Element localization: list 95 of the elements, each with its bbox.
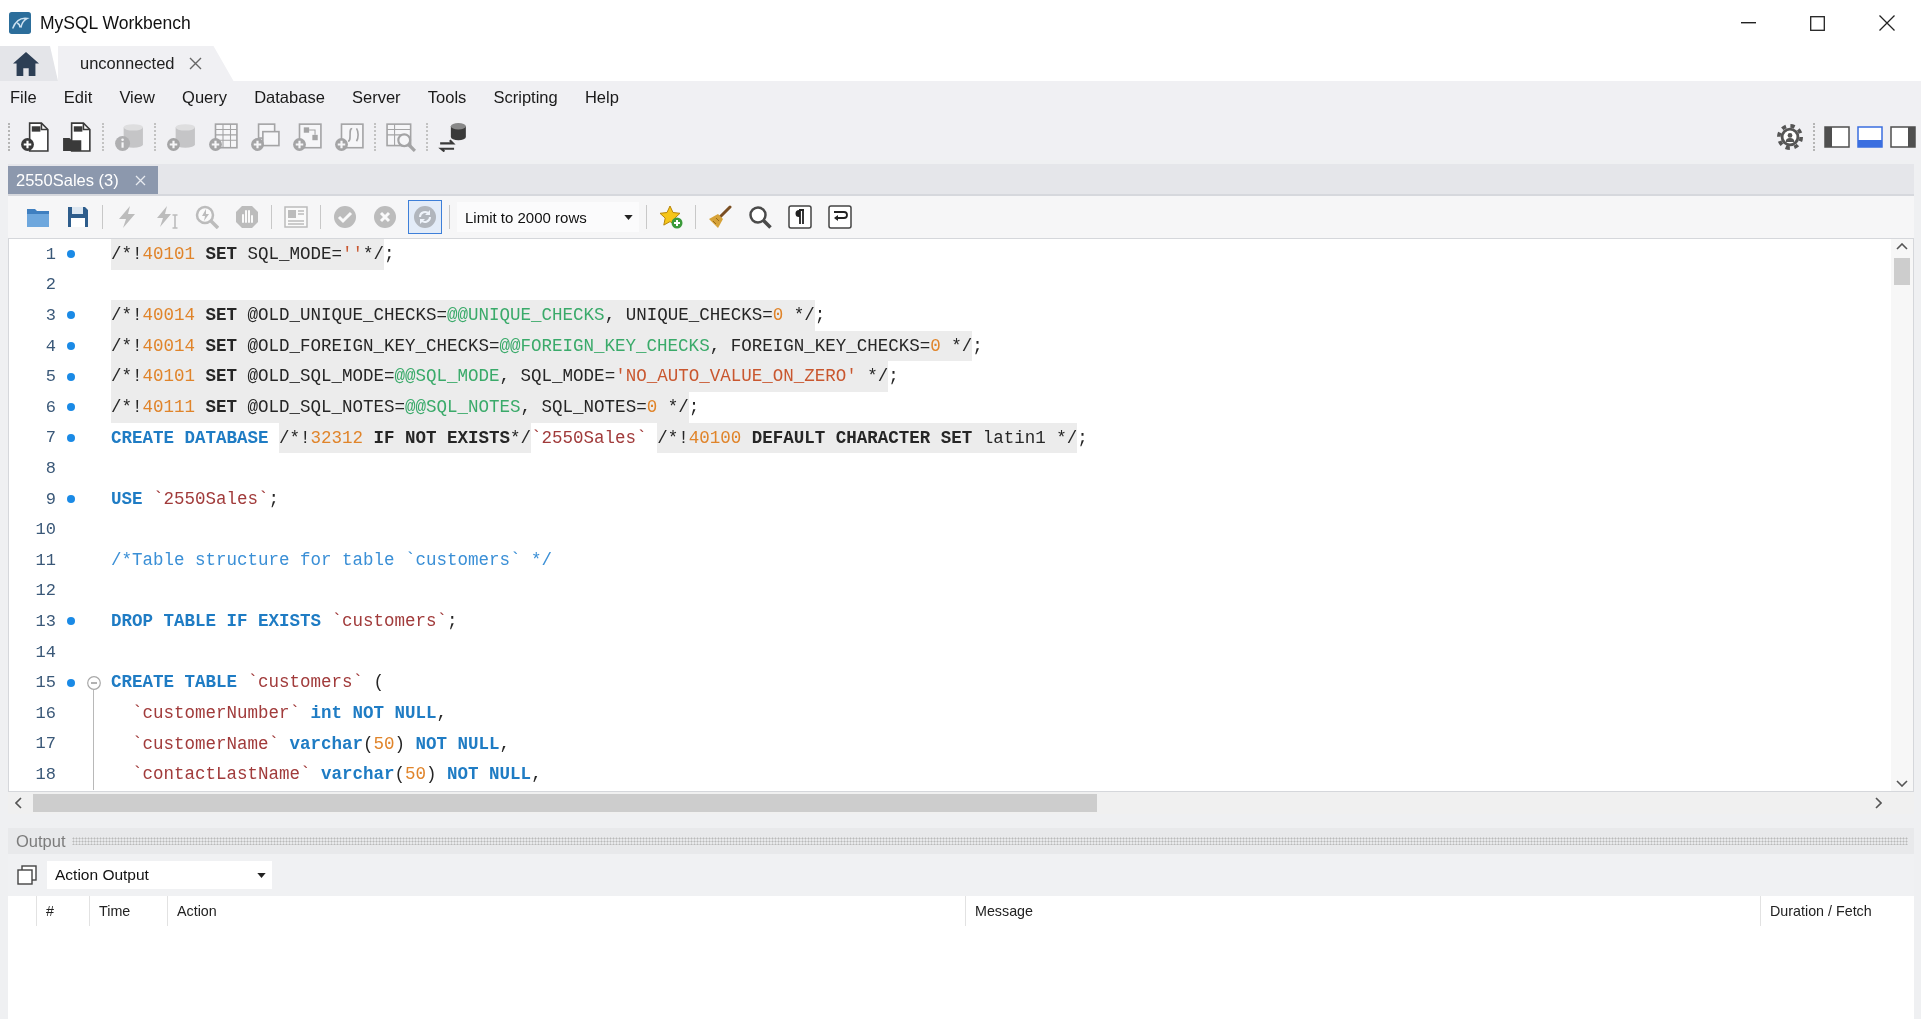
line-number: 11 bbox=[34, 550, 56, 570]
code-line: DROP TABLE IF EXISTS `customers`; bbox=[111, 610, 458, 634]
column-header: Time bbox=[99, 903, 131, 919]
menu-item[interactable]: Scripting bbox=[479, 83, 572, 111]
code-line: USE `2550Sales`; bbox=[111, 487, 280, 511]
diagram-plus-icon bbox=[292, 121, 322, 152]
line-number: 1 bbox=[44, 244, 56, 264]
connection-tab[interactable]: unconnected bbox=[58, 46, 234, 81]
database-arrows-icon bbox=[438, 121, 468, 152]
menu-item[interactable]: Help bbox=[571, 83, 633, 111]
line-number: 16 bbox=[34, 703, 56, 723]
document-plus-icon bbox=[20, 121, 50, 152]
chevron-right-icon[interactable] bbox=[1874, 797, 1882, 809]
scrollbar-thumb[interactable] bbox=[33, 794, 1098, 812]
table-search-icon bbox=[386, 121, 416, 152]
chevron-down-icon[interactable] bbox=[1896, 780, 1908, 787]
code-line: `contactLastName` varchar(50) NOT NULL, bbox=[131, 763, 542, 787]
caret-down-icon bbox=[257, 872, 266, 878]
code-line: `customerName` varchar(50) NOT NULL, bbox=[131, 732, 511, 756]
line-number: 17 bbox=[34, 734, 56, 754]
menu-item[interactable]: View bbox=[105, 83, 169, 111]
line-number: 3 bbox=[44, 306, 56, 325]
code-line: CREATE DATABASE /*!32312 IF NOT EXISTS*/`2550Sales` /*!40100 DEFAULT CHARACTER SET latin1 */; bbox=[111, 422, 1088, 454]
line-number: 15 bbox=[34, 673, 56, 693]
output-type-dropdown[interactable]: Action Output bbox=[47, 861, 272, 889]
close-icon bbox=[1878, 15, 1895, 31]
app-logo-icon bbox=[9, 12, 31, 34]
lightning-cursor-icon bbox=[155, 205, 179, 229]
right-panel-toggle[interactable] bbox=[1888, 123, 1918, 150]
search-icon bbox=[748, 205, 772, 229]
home-tab[interactable] bbox=[0, 46, 58, 81]
code-line: CREATE TABLE `customers` ( bbox=[111, 671, 385, 695]
menu-item[interactable]: File bbox=[0, 83, 51, 111]
drag-handle[interactable] bbox=[71, 837, 1908, 845]
database-plus-icon bbox=[166, 121, 196, 152]
maximize-icon bbox=[1810, 15, 1825, 31]
scrollbar-thumb[interactable] bbox=[1894, 258, 1910, 285]
broom-icon bbox=[708, 205, 732, 229]
table-plus-icon bbox=[208, 121, 238, 152]
vertical-scrollbar[interactable] bbox=[1891, 239, 1913, 791]
star-plus-icon bbox=[659, 205, 683, 229]
check-icon bbox=[333, 205, 357, 229]
copy-icon[interactable] bbox=[17, 865, 37, 885]
menu-item[interactable]: Edit bbox=[50, 83, 106, 111]
chevron-up-icon[interactable] bbox=[1896, 243, 1908, 250]
column-header: # bbox=[46, 903, 54, 919]
window-icon bbox=[284, 205, 308, 229]
home-icon bbox=[13, 51, 39, 76]
menu-item[interactable]: Query bbox=[168, 83, 241, 111]
document-folder-icon bbox=[62, 121, 92, 152]
code-line: `customerNumber` int NOT NULL, bbox=[131, 701, 448, 725]
preferences-button[interactable] bbox=[1775, 121, 1805, 152]
line-number: 5 bbox=[44, 367, 56, 387]
cycle-icon bbox=[413, 205, 437, 229]
panel-plus-icon bbox=[334, 121, 364, 152]
windows-plus-icon bbox=[250, 121, 280, 152]
column-header: Message bbox=[975, 903, 1033, 919]
left-panel-toggle[interactable] bbox=[1822, 123, 1852, 150]
bottom-panel-toggle[interactable] bbox=[1855, 123, 1885, 150]
stop-icon bbox=[235, 205, 259, 229]
line-number: 14 bbox=[34, 642, 56, 662]
code-line: /*Table structure for table `customers` */ bbox=[111, 548, 553, 572]
row-limit-dropdown[interactable]: Limit to 2000 rows bbox=[457, 202, 639, 232]
line-number: 12 bbox=[34, 581, 56, 601]
fold-toggle-icon[interactable] bbox=[86, 675, 101, 690]
line-number: 10 bbox=[34, 520, 56, 540]
line-number: 18 bbox=[34, 764, 56, 784]
line-number: 6 bbox=[44, 397, 56, 417]
window-title: MySQL Workbench bbox=[40, 12, 192, 34]
panel-title: Output bbox=[15, 831, 66, 851]
wrap-icon bbox=[828, 205, 852, 229]
menu-item[interactable]: Tools bbox=[414, 83, 480, 111]
save-icon bbox=[66, 205, 90, 229]
menu-item[interactable]: Server bbox=[338, 83, 415, 111]
panel-bottom-icon bbox=[1857, 125, 1883, 148]
menu-item[interactable]: Database bbox=[240, 83, 339, 111]
line-number: 7 bbox=[44, 428, 56, 448]
line-number: 2 bbox=[44, 275, 56, 295]
pilcrow-icon bbox=[788, 205, 812, 229]
magnifier-lightning-icon bbox=[195, 205, 219, 229]
minimize-icon bbox=[1741, 22, 1756, 24]
close-icon[interactable] bbox=[188, 57, 202, 70]
line-number: 4 bbox=[44, 336, 56, 356]
cancel-icon bbox=[373, 205, 397, 229]
sidebar-left-icon bbox=[1824, 125, 1850, 148]
caret-down-icon bbox=[624, 214, 633, 220]
database-info-icon bbox=[114, 121, 144, 152]
column-header: Duration / Fetch bbox=[1770, 903, 1872, 919]
line-number: 13 bbox=[34, 611, 56, 631]
gear-icon bbox=[1777, 123, 1803, 150]
chevron-left-icon[interactable] bbox=[14, 797, 22, 809]
line-number: 9 bbox=[44, 489, 56, 509]
line-number: 8 bbox=[44, 458, 56, 478]
sidebar-right-icon bbox=[1890, 125, 1916, 148]
column-header: Action bbox=[177, 903, 217, 919]
